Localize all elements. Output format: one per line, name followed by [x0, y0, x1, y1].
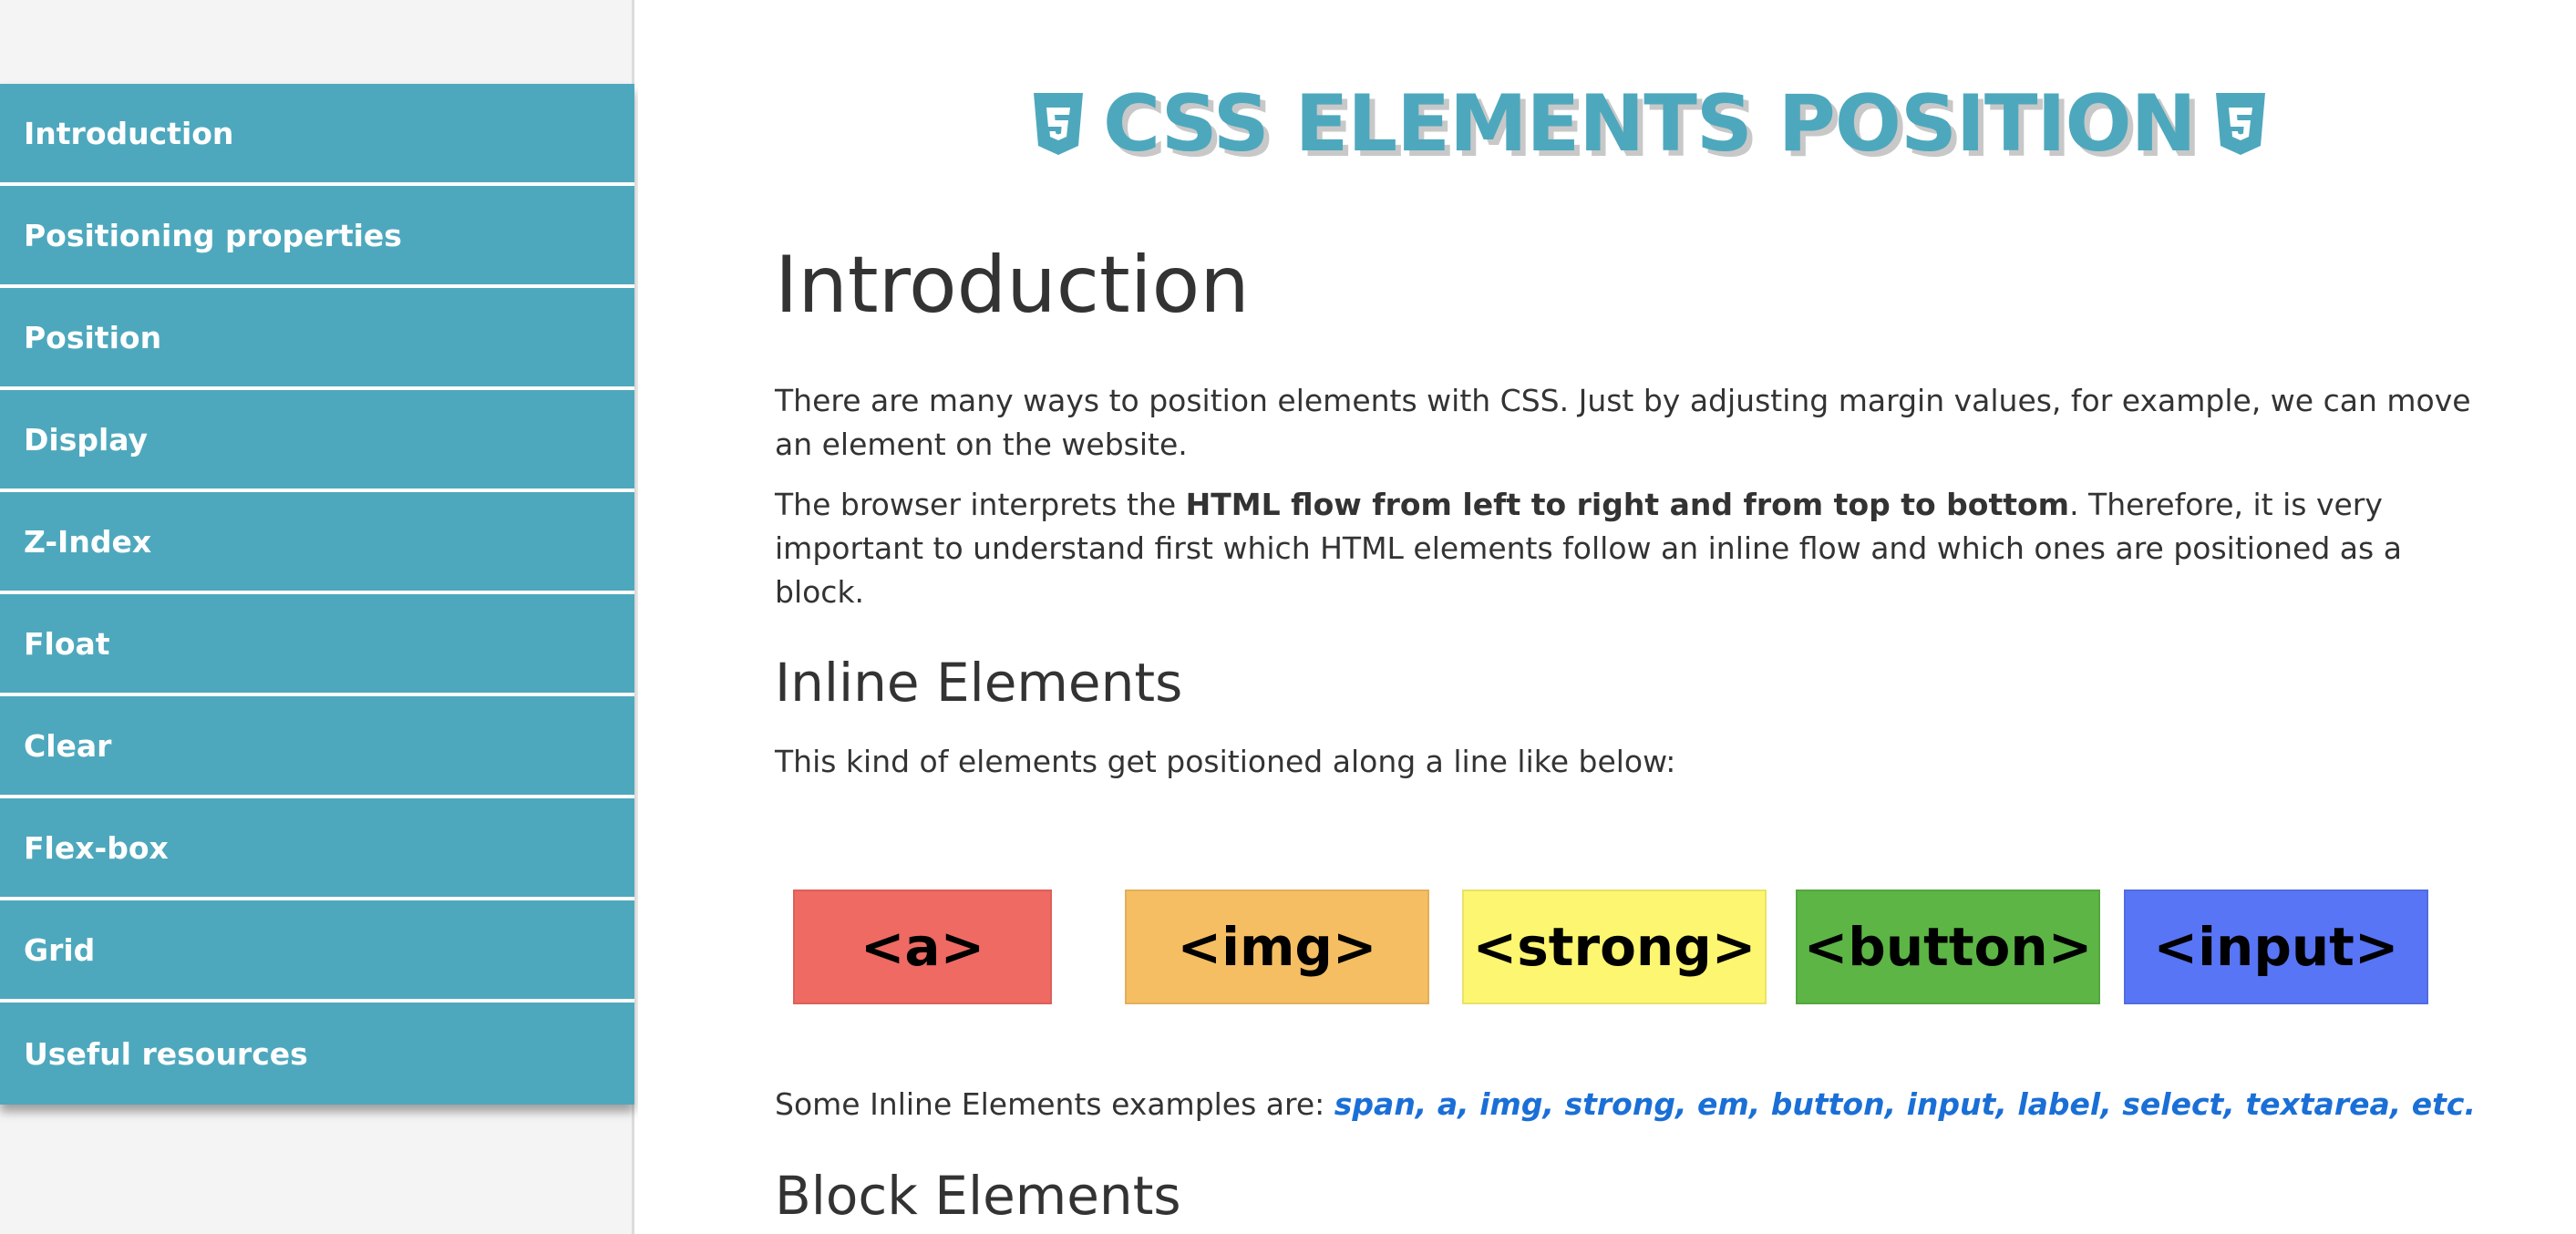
inline-elements-heading: Inline Elements	[775, 652, 1183, 714]
inline-description: This kind of elements get positioned alo…	[775, 744, 1676, 779]
inline-elements-demo: <a> <img> <strong> <button> <input>	[793, 890, 2428, 1010]
block-elements-heading: Block Elements	[775, 1165, 1181, 1227]
inline-examples-paragraph: Some Inline Elements examples are: span,…	[775, 1083, 2476, 1126]
introduction-section: Introduction There are many ways to posi…	[775, 240, 2488, 1227]
section-title: Introduction	[775, 240, 1250, 331]
main-content: CSS ELEMENTS POSITION Introduction There…	[638, 0, 2576, 1234]
flow-paragraph-bold: HTML flow from left to right and from to…	[1185, 487, 2070, 522]
inline-box-input: <input>	[2124, 890, 2428, 1004]
css3-shield-icon	[2212, 91, 2269, 157]
intro-paragraph: There are many ways to position elements…	[775, 383, 2471, 462]
examples-prefix: Some Inline Elements examples are:	[775, 1086, 1334, 1122]
page-title: CSS ELEMENTS POSITION	[1103, 78, 2197, 170]
flow-paragraph: The browser interprets the HTML flow fro…	[775, 483, 2488, 614]
inline-box-strong: <strong>	[1462, 890, 1767, 1004]
examples-list: span, a, img, strong, em, button, input,…	[1334, 1086, 2477, 1122]
flow-paragraph-start: The browser interprets the	[775, 487, 1186, 522]
sidebar-item-position[interactable]: Position	[0, 288, 634, 390]
sidebar-item-display[interactable]: Display	[0, 390, 634, 492]
inline-box-img: <img>	[1125, 890, 1429, 1004]
sidebar-item-positioning-properties[interactable]: Positioning properties	[0, 186, 634, 288]
sidebar-item-z-index[interactable]: Z-Index	[0, 492, 634, 594]
sidebar-nav: Introduction Positioning properties Posi…	[0, 84, 634, 1105]
inline-box-a: <a>	[793, 890, 1052, 1004]
sidebar-item-clear[interactable]: Clear	[0, 696, 634, 798]
sidebar-item-float[interactable]: Float	[0, 594, 634, 696]
sidebar-item-flex-box[interactable]: Flex-box	[0, 798, 634, 900]
sidebar-item-introduction[interactable]: Introduction	[0, 84, 634, 186]
sidebar: Introduction Positioning properties Posi…	[0, 0, 634, 1234]
css3-shield-icon	[1030, 91, 1087, 157]
page-header: CSS ELEMENTS POSITION	[1030, 78, 2269, 170]
inline-box-button: <button>	[1796, 890, 2100, 1004]
sidebar-item-grid[interactable]: Grid	[0, 900, 634, 1003]
sidebar-item-useful-resources[interactable]: Useful resources	[0, 1003, 634, 1105]
